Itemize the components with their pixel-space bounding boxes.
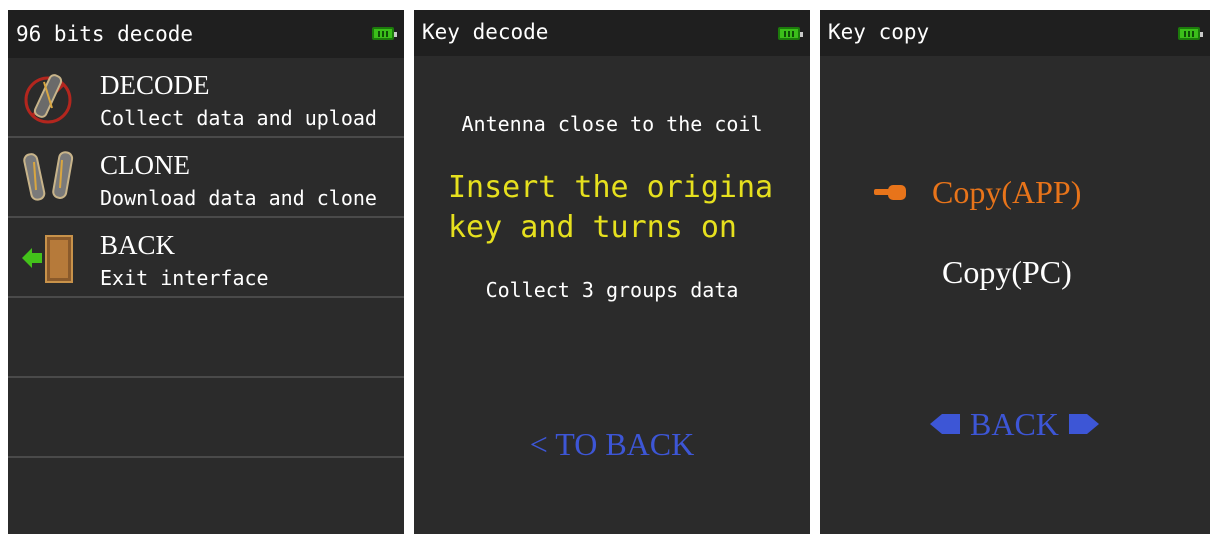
copy-app-option[interactable]: Copy(APP) (932, 174, 1081, 211)
instruction-insert-line: Insert the origina (448, 170, 774, 205)
back-label: BACK (970, 405, 1059, 442)
menu-item-back[interactable]: BACK Exit interface (8, 218, 404, 298)
title-bar: Key decode (414, 10, 810, 56)
instruction-insert-key: Insert the origina key and turns on (448, 168, 773, 248)
menu-item-title: BACK (100, 230, 176, 260)
menu-item-subtitle: Download data and clone (100, 186, 377, 210)
clone-chips-icon (23, 151, 74, 201)
menu-item-subtitle: Exit interface (100, 266, 269, 290)
decode-chip-icon (24, 74, 72, 124)
pointing-hand-icon (874, 185, 906, 200)
menu-item-clone[interactable]: CLONE Download data and clone (8, 138, 404, 218)
empty-row (8, 458, 404, 534)
screen-title: Key decode (422, 20, 549, 44)
back-button[interactable]: BACK (930, 402, 1099, 446)
copy-pc-option[interactable]: Copy(PC) (942, 254, 1072, 291)
exit-door-icon (22, 235, 73, 283)
decode-menu-screen: 96 bits decode DECODE Collect data and u… (8, 10, 404, 534)
instruction-collect: Collect 3 groups data (485, 278, 739, 302)
to-back-button[interactable]: < TO BACK (414, 426, 810, 463)
key-decode-screen: Key decode Antenna close to the coil Ins… (414, 10, 810, 534)
arrow-left-icon (930, 414, 960, 434)
menu-item-title: CLONE (100, 150, 190, 180)
title-bar: Key copy (820, 10, 1210, 56)
battery-icon (1178, 27, 1203, 40)
battery-icon (372, 27, 397, 40)
arrow-right-icon (1068, 414, 1099, 434)
empty-row (8, 378, 404, 458)
menu-item-title: DECODE (100, 70, 210, 100)
screen-title: 96 bits decode (16, 22, 194, 46)
title-bar: 96 bits decode (8, 10, 404, 58)
menu-item-decode[interactable]: DECODE Collect data and upload (8, 58, 404, 138)
key-copy-screen: Key copy Copy(APP) Copy(PC) BACK (820, 10, 1210, 534)
instruction-insert-line: key and turns on (448, 210, 737, 245)
battery-icon (778, 27, 803, 40)
menu-item-subtitle: Collect data and upload (100, 106, 377, 130)
screen-title: Key copy (828, 20, 930, 44)
empty-row (8, 298, 404, 378)
instruction-antenna: Antenna close to the coil (461, 112, 763, 136)
